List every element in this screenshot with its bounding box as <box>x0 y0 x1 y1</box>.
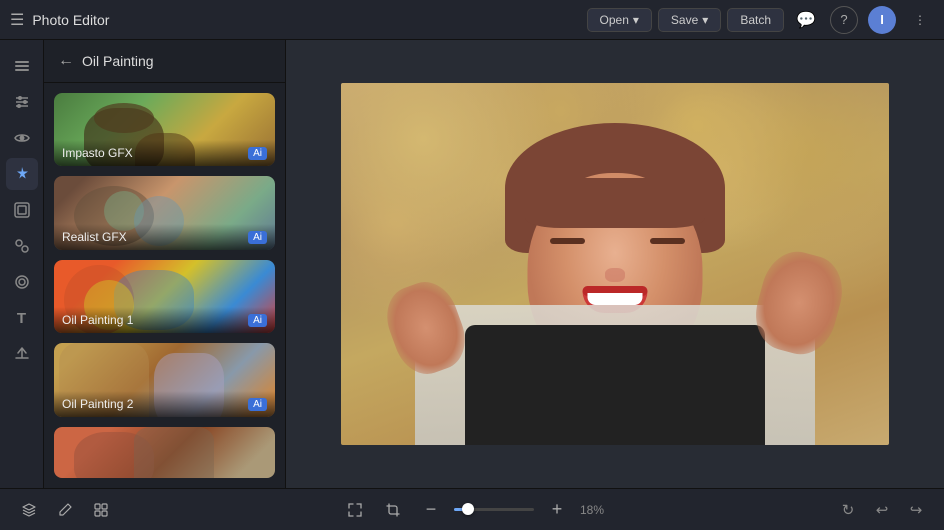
effects-list: Impasto GFX Ai Realist GFX Ai <box>44 83 285 488</box>
sidebar-effects[interactable] <box>6 158 38 190</box>
avatar[interactable]: I <box>868 6 896 34</box>
panel-header: ← Oil Painting <box>44 40 285 83</box>
panel-title: Oil Painting <box>82 53 154 69</box>
bottom-left <box>14 495 116 525</box>
more-icon[interactable]: ⋮ <box>906 6 934 34</box>
effects-panel: ← Oil Painting Impasto GFX Ai Re <box>44 40 286 488</box>
effect-label-realist: Realist GFX <box>54 224 275 250</box>
topbar-center: Open ▾ Save ▾ Batch <box>587 8 784 32</box>
effect-oil2[interactable]: Oil Painting 2 Ai <box>54 343 275 416</box>
main-area: T ← Oil Painting Impasto GFX Ai <box>0 40 944 488</box>
edit-btn[interactable] <box>50 495 80 525</box>
open-button[interactable]: Open ▾ <box>587 8 652 32</box>
sidebar-objects[interactable] <box>6 230 38 262</box>
effect-impasto[interactable]: Impasto GFX Ai <box>54 93 275 166</box>
chevron-down-icon: ▾ <box>633 13 639 27</box>
effect-label-oil2: Oil Painting 2 <box>54 391 275 417</box>
zoom-out-btn[interactable]: − <box>416 495 446 525</box>
sidebar-eye[interactable] <box>6 122 38 154</box>
effect-oil3[interactable] <box>54 427 275 478</box>
app-title: Photo Editor <box>32 12 109 28</box>
menu-icon[interactable]: ☰ <box>10 10 24 30</box>
zoom-slider-thumb <box>462 503 474 515</box>
effect-label-oil1: Oil Painting 1 <box>54 307 275 333</box>
topbar-right: 💬 ? I ⋮ <box>792 6 934 34</box>
batch-button[interactable]: Batch <box>727 8 784 32</box>
canvas-area <box>286 40 944 488</box>
zoom-slider[interactable] <box>454 508 534 511</box>
ai-badge-oil1: Ai <box>248 314 267 327</box>
layers-btn[interactable] <box>14 495 44 525</box>
photo-container <box>341 83 889 445</box>
effect-label-impasto: Impasto GFX <box>54 140 275 166</box>
icon-sidebar: T <box>0 40 44 488</box>
zoom-percent: 18% <box>580 503 610 517</box>
effect-thumb-oil3 <box>54 427 275 478</box>
bottom-center: − + 18% <box>122 495 828 525</box>
ai-badge-oil2: Ai <box>248 398 267 411</box>
chevron-down-icon: ▾ <box>702 13 708 27</box>
zoom-in-btn[interactable]: + <box>542 495 572 525</box>
redo-btn[interactable]: ↪ <box>902 496 930 524</box>
sidebar-adjustments[interactable] <box>6 86 38 118</box>
bottom-bar: − + 18% ↻ ↩ ↪ <box>0 488 944 530</box>
photo-shirt <box>465 325 765 445</box>
sidebar-layers[interactable] <box>6 50 38 82</box>
sidebar-mask[interactable] <box>6 266 38 298</box>
effect-oil1[interactable]: Oil Painting 1 Ai <box>54 260 275 333</box>
sidebar-frames[interactable] <box>6 194 38 226</box>
sidebar-export[interactable] <box>6 338 38 370</box>
topbar-left: ☰ Photo Editor <box>10 10 579 30</box>
sidebar-text[interactable]: T <box>6 302 38 334</box>
grid-btn[interactable] <box>86 495 116 525</box>
bottom-right: ↻ ↩ ↪ <box>834 496 930 524</box>
undo-btn[interactable]: ↩ <box>868 496 896 524</box>
refresh-btn[interactable]: ↻ <box>834 496 862 524</box>
save-button[interactable]: Save ▾ <box>658 8 721 32</box>
ai-badge-impasto: Ai <box>248 147 267 160</box>
topbar: ☰ Photo Editor Open ▾ Save ▾ Batch 💬 ? I… <box>0 0 944 40</box>
help-icon[interactable]: ? <box>830 6 858 34</box>
crop-btn[interactable] <box>378 495 408 525</box>
ai-badge-realist: Ai <box>248 231 267 244</box>
effect-realist[interactable]: Realist GFX Ai <box>54 176 275 249</box>
back-button[interactable]: ← <box>58 52 74 70</box>
fit-screen-btn[interactable] <box>340 495 370 525</box>
comment-icon[interactable]: 💬 <box>792 6 820 34</box>
